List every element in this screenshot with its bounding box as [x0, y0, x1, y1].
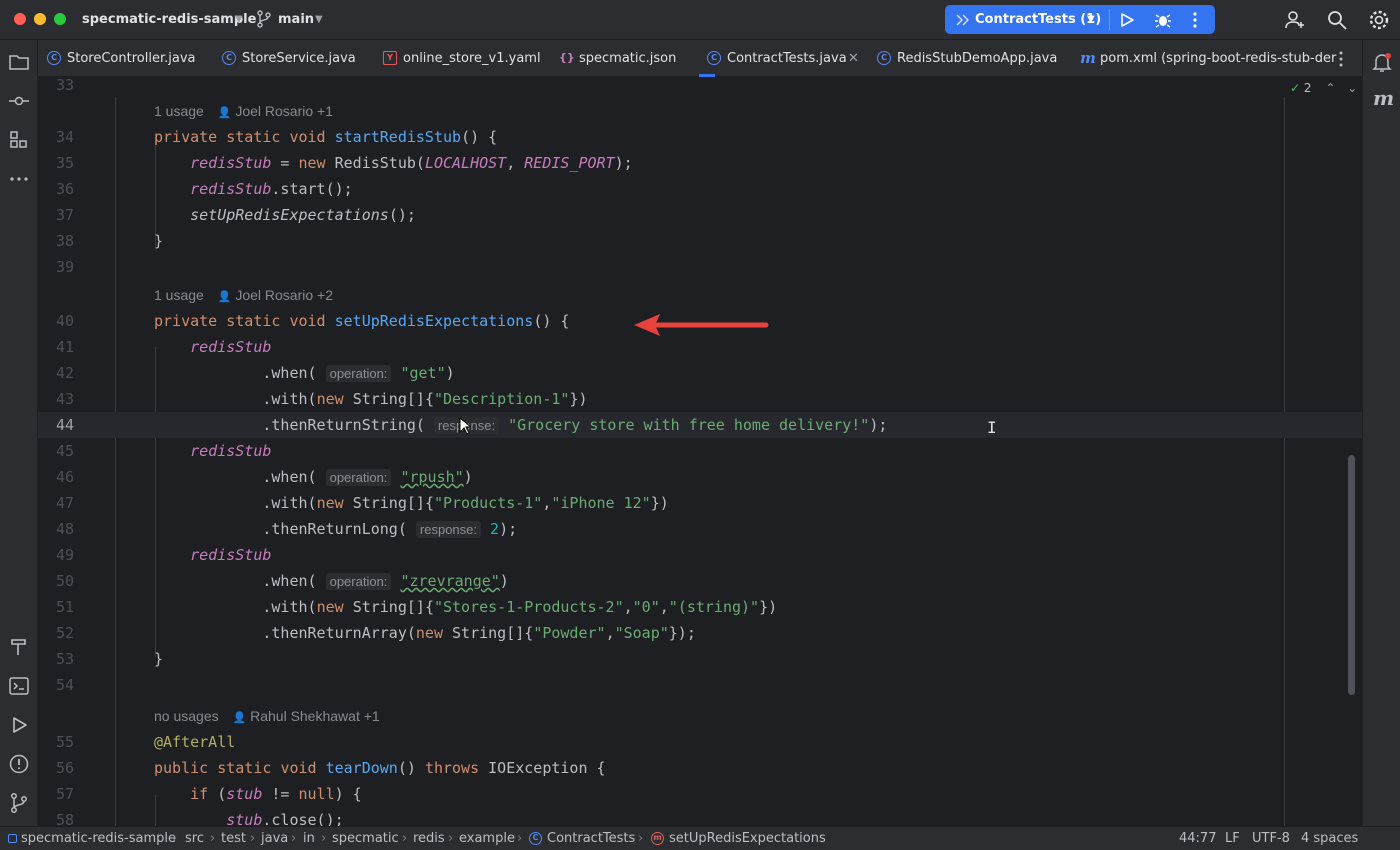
commit-icon[interactable]: [7, 89, 31, 113]
git-branch-icon: [257, 10, 271, 28]
code-line-current: 44 .thenReturnString( response: "Grocery…: [38, 412, 1362, 438]
file-encoding[interactable]: UTF-8: [1252, 827, 1290, 850]
breadcrumb-specmatic[interactable]: specmatic: [332, 827, 399, 850]
status-bar: specmatic-redis-sample › src › test › ja…: [0, 826, 1400, 850]
title-bar: specmatic-redis-sample ▼ main ▼ Contract…: [0, 0, 1400, 40]
line-separator[interactable]: LF: [1225, 827, 1240, 850]
breadcrumb-in[interactable]: in: [303, 827, 315, 850]
java-class-icon: C: [47, 51, 61, 65]
parameter-hint: operation:: [325, 573, 392, 590]
code-line: 53}: [55, 650, 164, 668]
problems-icon[interactable]: [7, 752, 31, 776]
breadcrumb-redis[interactable]: redis: [413, 827, 445, 850]
notifications-bell-icon[interactable]: [1370, 50, 1394, 74]
search-icon[interactable]: [1325, 8, 1349, 32]
code-line: 33: [55, 77, 74, 94]
yaml-icon: Y: [383, 51, 397, 65]
maximize-window-button[interactable]: [54, 13, 66, 25]
more-actions-icon[interactable]: [1192, 12, 1198, 28]
code-line: 46 .when( operation: "rpush"): [55, 468, 473, 486]
json-icon: {}: [559, 51, 575, 64]
project-selector[interactable]: specmatic-redis-sample: [82, 0, 256, 40]
text-cursor-icon: I: [987, 418, 997, 437]
chevron-down-icon: ▼: [235, 14, 243, 25]
code-line: 39: [55, 258, 74, 276]
maven-icon: m: [1080, 49, 1096, 67]
person-icon: 👤: [217, 291, 232, 303]
caret-position[interactable]: 44:77: [1179, 827, 1216, 850]
code-line: 57 if (stub != null) {: [55, 785, 362, 803]
gear-icon[interactable]: [1367, 8, 1391, 32]
structure-icon[interactable]: [7, 128, 31, 152]
code-editor[interactable]: ✓ 2 ⌃ ⌄ 33 1 usage 👤 Joel Rosario +1 34 p…: [38, 77, 1362, 826]
tab-options-icon[interactable]: [1338, 51, 1344, 67]
code-line: 38}: [55, 232, 164, 250]
code-line: 56 public static void tearDown() throws I…: [55, 759, 606, 777]
project-folder-icon[interactable]: [7, 50, 31, 74]
java-class-icon: C: [877, 51, 891, 65]
more-tools-icon[interactable]: [7, 167, 31, 191]
left-tool-sidebar: [0, 40, 38, 826]
test-config-icon: [956, 14, 969, 26]
editor-tabs: C StoreController.java C StoreService.ja…: [38, 40, 1362, 77]
code-line: 45 redisStub: [55, 442, 272, 460]
parameter-hint: response:: [415, 521, 481, 538]
breadcrumb-java[interactable]: java: [261, 827, 288, 850]
code-line: 34 private static void startRedisStub() {: [55, 128, 498, 146]
java-class-icon: C: [707, 51, 721, 65]
breadcrumb-example[interactable]: example: [459, 827, 515, 850]
breadcrumb-method[interactable]: setUpRedisExpectations: [669, 827, 826, 850]
breadcrumb-project[interactable]: specmatic-redis-sample: [21, 827, 176, 850]
code-line: 54: [55, 676, 74, 694]
module-icon: [8, 834, 17, 843]
run-config-widget: ContractTests (1) ▼: [945, 5, 1215, 34]
mouse-pointer-icon: [459, 417, 471, 435]
code-line: 37 setUpRedisExpectations();: [55, 206, 416, 224]
person-icon: 👤: [217, 107, 232, 119]
code-line: 49 redisStub: [55, 546, 272, 564]
usage-hint[interactable]: 1 usage 👤 Joel Rosario +1: [154, 98, 333, 124]
red-arrow-annotation: [634, 314, 769, 336]
run-config-selector[interactable]: ContractTests (1): [975, 5, 1101, 34]
right-tool-sidebar: m: [1362, 40, 1400, 826]
java-class-icon: C: [529, 832, 542, 845]
run-button[interactable]: [1119, 12, 1135, 28]
code-line: 50 .when( operation: "zrevrange"): [55, 572, 509, 590]
code-line: 51 .with(new String[]{"Stores-1-Products…: [55, 598, 778, 616]
minimize-window-button[interactable]: [34, 13, 46, 25]
person-icon: 👤: [232, 712, 247, 724]
close-icon[interactable]: ✕: [848, 40, 859, 77]
code-line: 43 .with(new String[]{"Description-1"}): [55, 390, 588, 408]
code-line: 58 stub.close();: [55, 811, 344, 826]
breadcrumb-src[interactable]: src: [185, 827, 204, 850]
close-window-button[interactable]: [14, 13, 26, 25]
code-line: 36 redisStub.start();: [55, 180, 353, 198]
build-hammer-icon[interactable]: [7, 635, 31, 659]
chevron-down-icon: ▼: [315, 14, 323, 25]
add-user-icon[interactable]: [1283, 8, 1307, 32]
usage-hint[interactable]: no usages 👤 Rahul Shekhawat +1: [154, 703, 380, 729]
git-icon[interactable]: [7, 791, 31, 815]
branch-selector[interactable]: main: [278, 0, 314, 40]
usage-hint[interactable]: 1 usage 👤 Joel Rosario +2: [154, 282, 333, 308]
chevron-down-icon: ▼: [1087, 14, 1095, 25]
editor-scrollbar[interactable]: [1348, 455, 1355, 695]
parameter-hint: operation:: [325, 469, 392, 486]
terminal-icon[interactable]: [7, 674, 31, 698]
method-icon: m: [651, 832, 664, 845]
indent-setting[interactable]: 4 spaces: [1301, 827, 1358, 850]
code-line: 55 @AfterAll: [55, 733, 236, 751]
code-line: 35 redisStub = new RedisStub(LOCALHOST, …: [55, 154, 633, 172]
maven-icon[interactable]: m: [1373, 86, 1394, 110]
java-class-icon: C: [222, 51, 236, 65]
code-line: 42 .when( operation: "get"): [55, 364, 455, 382]
parameter-hint: operation:: [325, 365, 392, 382]
code-line: 47 .with(new String[]{"Products-1","iPho…: [55, 494, 669, 512]
breadcrumb-class[interactable]: ContractTests: [547, 827, 635, 850]
debug-button[interactable]: [1154, 11, 1172, 29]
run-tool-icon[interactable]: [7, 713, 31, 737]
breadcrumb-test[interactable]: test: [221, 827, 246, 850]
code-line: 52 .thenReturnArray(new String[]{"Powder…: [55, 624, 696, 642]
code-line: 48 .thenReturnLong( response: 2);: [55, 520, 518, 538]
